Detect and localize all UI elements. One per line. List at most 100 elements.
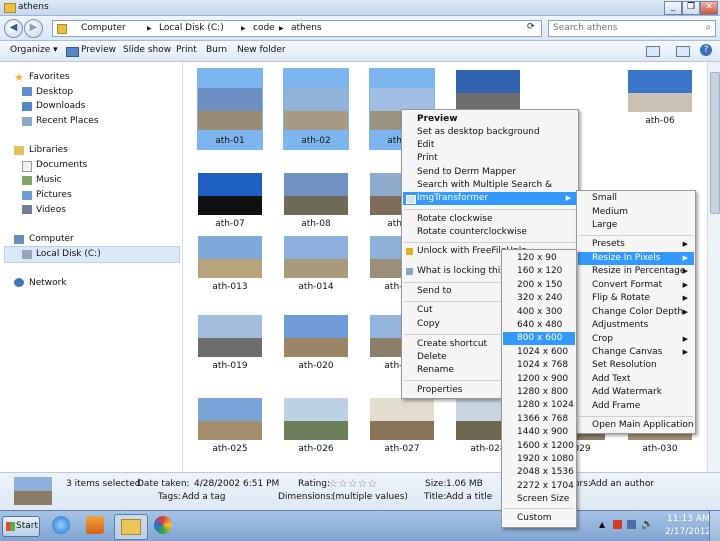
menu-size-item[interactable]: 1366 x 768: [503, 413, 575, 426]
menu-size-item[interactable]: 800 x 600: [503, 332, 575, 346]
breadcrumb-separator[interactable]: ▶: [241, 25, 246, 32]
nav-documents[interactable]: Documents: [36, 160, 87, 170]
menu-rotate-clockwise[interactable]: Rotate clockwise: [403, 213, 577, 226]
thumbnail-t13[interactable]: ath-013: [197, 234, 263, 298]
menu-small[interactable]: Small: [578, 192, 694, 205]
scrollbar-thumb[interactable]: [710, 72, 720, 214]
menu-flip-rotate[interactable]: Flip & Rotate ▶: [578, 292, 694, 305]
nav-desktop[interactable]: Desktop: [36, 87, 73, 97]
thumbnail-t27[interactable]: ath-027: [369, 396, 435, 460]
clock-time[interactable]: 11:13 AM: [667, 514, 710, 524]
start-button[interactable]: Start: [2, 516, 40, 537]
preview-button[interactable]: Preview: [81, 45, 116, 55]
menu-send-to-derm-mapper[interactable]: Send to Derm Mapper: [403, 166, 577, 179]
menu-size-item[interactable]: 2272 x 1704: [503, 480, 575, 493]
breadcrumb-athens[interactable]: athens: [291, 23, 322, 33]
show-hidden-icons[interactable]: ▲: [599, 520, 605, 529]
vertical-scrollbar[interactable]: [707, 62, 720, 472]
action-center-icon[interactable]: [613, 520, 622, 529]
refresh-icon[interactable]: ⟳: [527, 22, 535, 32]
menu-size-item[interactable]: 1024 x 768: [503, 359, 575, 372]
menu-medium[interactable]: Medium: [578, 206, 694, 219]
nav-network[interactable]: Network: [29, 278, 67, 288]
network-tray-icon[interactable]: [627, 520, 636, 529]
nav-libraries[interactable]: Libraries: [29, 145, 68, 155]
nav-music[interactable]: Music: [36, 175, 62, 185]
menu-add-text[interactable]: Add Text: [578, 373, 694, 386]
ie-taskbar-button[interactable]: [46, 514, 78, 538]
menu-change-color-depth[interactable]: Change Color Depth ▶: [578, 306, 694, 319]
menu-add-frame[interactable]: Add Frame: [578, 400, 694, 413]
nav-computer[interactable]: Computer: [29, 234, 74, 244]
search-input[interactable]: [553, 23, 698, 33]
address-bar[interactable]: Computer ▶ Local Disk (C:) ▶ code ▶ athe…: [52, 20, 542, 37]
nav-downloads[interactable]: Downloads: [36, 101, 85, 111]
rating-stars[interactable]: ☆☆☆☆☆: [328, 477, 377, 490]
breadcrumb-separator[interactable]: ▶: [147, 25, 152, 32]
title-value[interactable]: Add a title: [446, 492, 492, 502]
media-player-taskbar-button[interactable]: [80, 514, 112, 538]
menu-size-item[interactable]: 1024 x 600: [503, 346, 575, 359]
menu-large[interactable]: Large: [578, 219, 694, 232]
menu-size-item[interactable]: 1920 x 1080: [503, 453, 575, 466]
thumbnail-t20[interactable]: ath-020: [283, 313, 349, 377]
breadcrumb-local-disk[interactable]: Local Disk (C:): [159, 23, 224, 33]
thumbnail-t19[interactable]: ath-019: [197, 313, 263, 377]
new-folder-button[interactable]: New folder: [237, 45, 286, 55]
clock-date[interactable]: 2/17/2012: [665, 527, 711, 537]
thumbnail-t25[interactable]: ath-025: [197, 396, 263, 460]
menu-convert-format[interactable]: Convert Format ▶: [578, 279, 694, 292]
maximize-button[interactable]: ❐: [682, 1, 700, 15]
search-icon[interactable]: ⌕: [705, 22, 711, 33]
menu-crop[interactable]: Crop ▶: [578, 333, 694, 346]
thumbnail-t7[interactable]: ath-07: [197, 171, 263, 235]
nav-recent-places[interactable]: Recent Places: [36, 116, 99, 126]
menu-resize-in-pixels[interactable]: Resize In Pixels ▶: [578, 252, 694, 265]
close-button[interactable]: ✕: [700, 1, 718, 15]
thumbnail-t6[interactable]: ath-06: [627, 68, 693, 132]
menu-edit[interactable]: Edit: [403, 139, 577, 152]
menu-size-custom[interactable]: Custom: [503, 512, 575, 525]
thumbnail-t8[interactable]: ath-08: [283, 171, 349, 235]
menu-size-item[interactable]: 1600 x 1200: [503, 440, 575, 453]
breadcrumb-computer[interactable]: Computer: [81, 23, 126, 33]
menu-resize-in-percentage[interactable]: Resize in Percentage ▶: [578, 265, 694, 278]
thumbnail-t26[interactable]: ath-026: [283, 396, 349, 460]
menu-presets[interactable]: Presets ▶: [578, 238, 694, 251]
search-box[interactable]: ⌕: [548, 20, 716, 37]
forward-button[interactable]: ▶: [24, 19, 43, 38]
tags-value[interactable]: Add a tag: [182, 492, 225, 502]
menu-change-canvas[interactable]: Change Canvas ▶: [578, 346, 694, 359]
explorer-taskbar-button[interactable]: [114, 514, 148, 540]
nav-favorites[interactable]: Favorites: [29, 72, 70, 82]
menu-set-resolution[interactable]: Set Resolution: [578, 359, 694, 372]
menu-search-multiple[interactable]: Search with Multiple Search & Replace: [403, 179, 577, 203]
breadcrumb-separator[interactable]: ▶: [279, 25, 284, 32]
back-button[interactable]: ◀: [4, 19, 23, 38]
menu-size-item[interactable]: 1200 x 900: [503, 373, 575, 386]
show-desktop-button[interactable]: [709, 511, 720, 541]
menu-set-desktop-background[interactable]: Set as desktop background: [403, 126, 577, 139]
burn-button[interactable]: Burn: [206, 45, 227, 55]
menu-size-item[interactable]: 1440 x 900: [503, 426, 575, 439]
preview-pane-icon[interactable]: [676, 46, 690, 57]
change-view-icon[interactable]: [646, 46, 660, 57]
nav-local-disk[interactable]: Local Disk (C:): [36, 249, 101, 259]
menu-size-item[interactable]: 160 x 120: [503, 265, 575, 278]
breadcrumb-code[interactable]: code: [253, 23, 275, 33]
menu-open-main-application[interactable]: Open Main Application: [578, 419, 694, 432]
menu-add-watermark[interactable]: Add Watermark: [578, 386, 694, 399]
thumbnail-t2[interactable]: ath-02: [283, 68, 349, 150]
thumbnail-t1[interactable]: ath-01: [197, 68, 263, 150]
menu-rotate-counterclockwise[interactable]: Rotate counterclockwise: [403, 226, 577, 239]
menu-size-item[interactable]: 320 x 240: [503, 292, 575, 305]
nav-pictures[interactable]: Pictures: [36, 190, 72, 200]
menu-size-item[interactable]: 640 x 480: [503, 319, 575, 332]
print-button[interactable]: Print: [176, 45, 197, 55]
slideshow-button[interactable]: Slide show: [123, 45, 171, 55]
menu-preview[interactable]: Preview: [403, 113, 577, 126]
menu-size-item[interactable]: 400 x 300: [503, 306, 575, 319]
help-icon[interactable]: ?: [700, 44, 712, 56]
thumbnail-t14[interactable]: ath-014: [283, 234, 349, 298]
organize-button[interactable]: Organize ▾: [10, 45, 58, 55]
